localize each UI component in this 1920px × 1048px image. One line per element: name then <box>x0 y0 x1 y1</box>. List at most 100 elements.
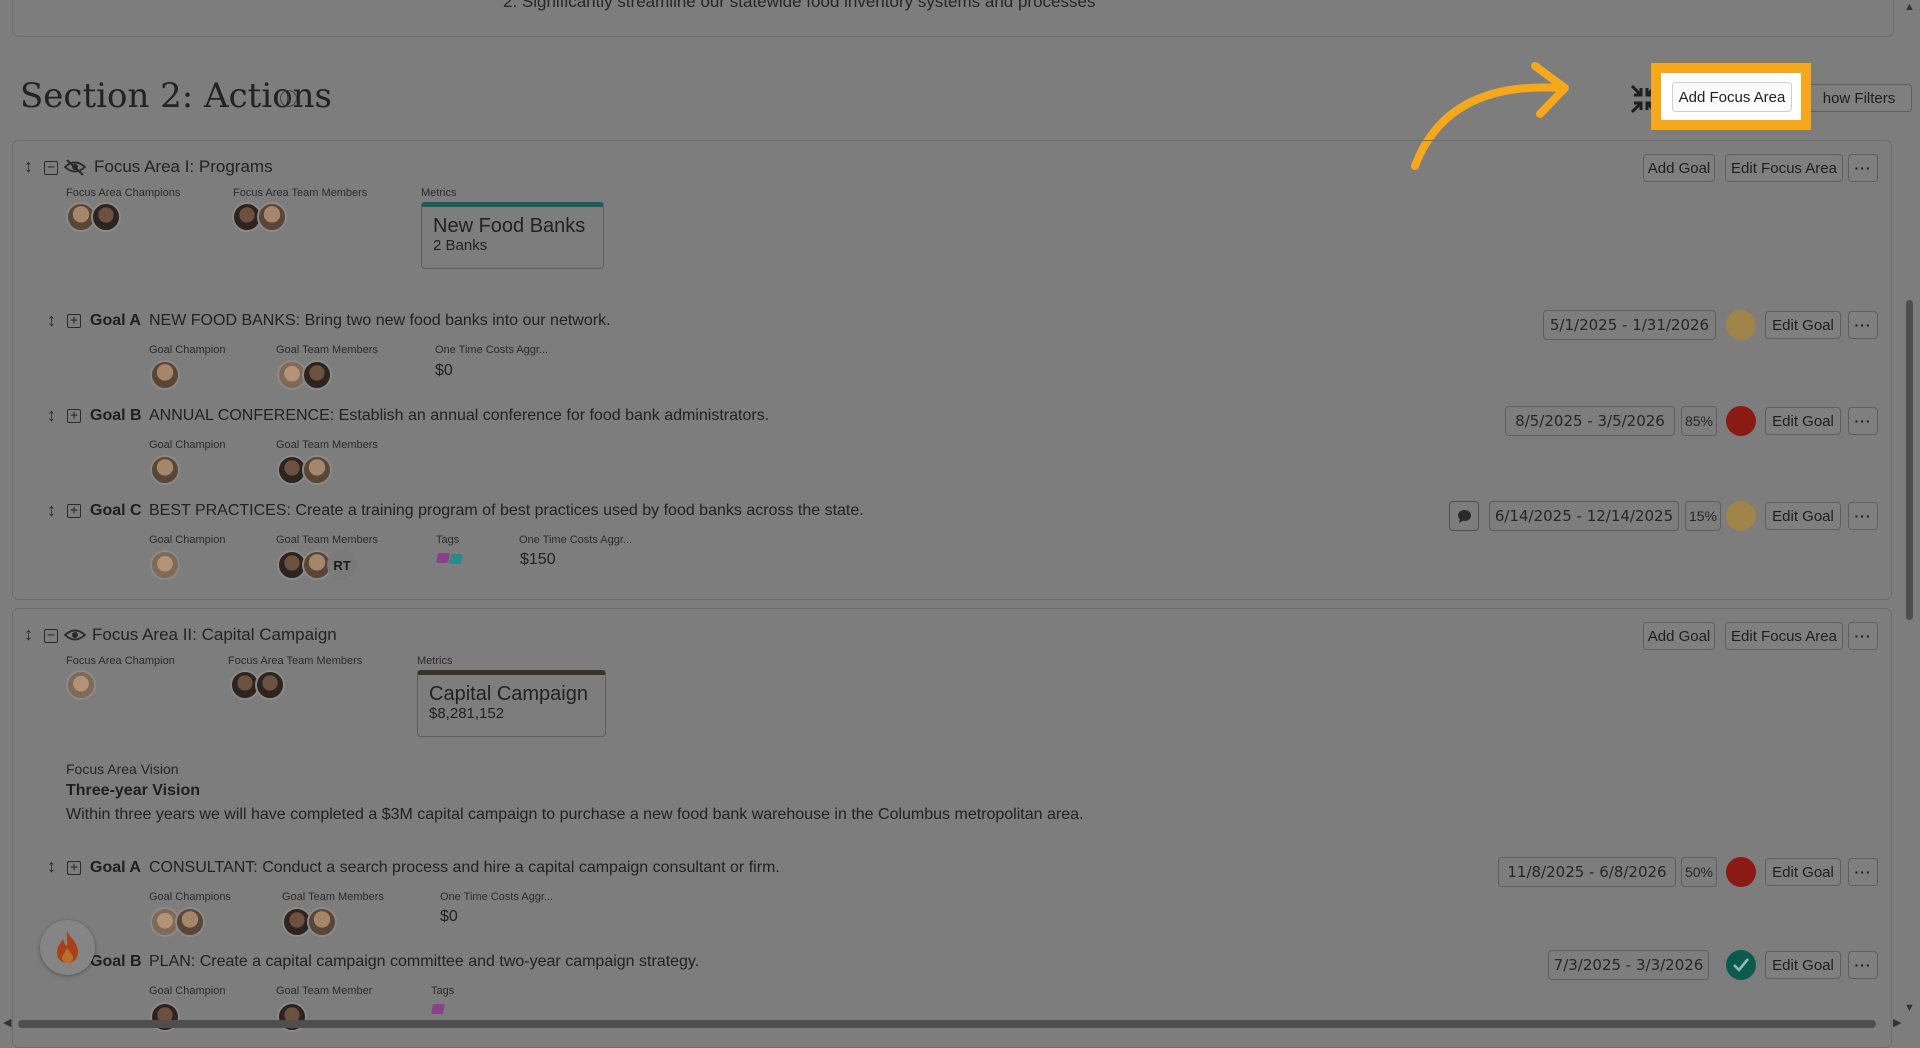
tags-label: Tags <box>436 534 460 546</box>
scroll-left-icon[interactable]: ◀ <box>3 1016 11 1029</box>
more-options-button[interactable]: ··· <box>1848 858 1878 886</box>
goal-champion-label: Goal Champion <box>149 344 226 356</box>
scroll-down-icon[interactable]: ▼ <box>1904 1002 1915 1014</box>
goal-champion-label: Goal Champions <box>149 891 231 903</box>
collapse-icon[interactable]: − <box>44 629 58 643</box>
visibility-off-icon[interactable] <box>64 158 86 176</box>
avatar[interactable] <box>150 360 180 390</box>
add-focus-area-button[interactable]: Add Focus Area <box>1672 82 1792 112</box>
avatar[interactable] <box>307 907 337 937</box>
avatar[interactable] <box>91 202 121 232</box>
more-options-button[interactable]: ··· <box>1848 502 1878 530</box>
goal-team-label: Goal Team Members <box>282 891 384 903</box>
help-launcher-button[interactable] <box>40 920 95 975</box>
edit-goal-button[interactable]: Edit Goal <box>1765 311 1841 339</box>
drag-handle-icon[interactable]: ↕ <box>24 156 33 177</box>
more-options-button[interactable]: ··· <box>1848 311 1878 339</box>
goal-team-label: Goal Team Members <box>276 439 378 451</box>
date-range[interactable]: 8/5/2025 - 3/5/2026 <box>1505 406 1675 436</box>
more-options-button[interactable]: ··· <box>1848 407 1878 435</box>
metrics-label: Metrics <box>417 655 453 667</box>
expand-icon[interactable]: + <box>67 409 81 423</box>
focus-area-title: Focus Area II: Capital Campaign <box>92 625 337 644</box>
edit-goal-button[interactable]: Edit Goal <box>1765 502 1841 530</box>
scroll-up-icon[interactable]: ▲ <box>1904 1 1915 13</box>
metrics-label: Metrics <box>421 187 457 199</box>
goal-label: Goal A <box>90 312 141 329</box>
date-range[interactable]: 5/1/2025 - 1/31/2026 <box>1543 310 1716 340</box>
tag-purple[interactable] <box>430 1004 446 1014</box>
objective-text: 2. Significantly streamline our statewid… <box>503 0 1096 11</box>
avatar[interactable] <box>150 455 180 485</box>
edit-focus-area-button[interactable]: Edit Focus Area <box>1725 622 1843 650</box>
collapse-icon[interactable]: − <box>44 161 58 175</box>
horizontal-scrollbar[interactable] <box>18 1020 1876 1028</box>
team-members-label: Focus Area Team Members <box>228 655 363 667</box>
vertical-scrollbar[interactable] <box>1906 300 1913 620</box>
goal-team-label: Goal Team Member <box>276 985 373 997</box>
info-icon[interactable]: i <box>280 90 297 107</box>
more-options-button[interactable]: ··· <box>1848 951 1878 979</box>
progress-percent: 50% <box>1681 857 1717 887</box>
metric-value: 2 Banks <box>433 237 488 254</box>
goal-team-label: Goal Team Members <box>276 344 378 356</box>
metric-card[interactable]: New Food Banks 2 Banks <box>421 202 604 269</box>
avatar[interactable] <box>175 907 205 937</box>
avatar-initials[interactable]: RT <box>327 550 357 580</box>
focus-area-title: Focus Area I: Programs <box>94 157 273 176</box>
metric-card[interactable]: Capital Campaign $8,281,152 <box>417 670 606 737</box>
status-indicator[interactable] <box>1726 310 1756 340</box>
edit-goal-button[interactable]: Edit Goal <box>1765 951 1841 979</box>
drag-handle-icon[interactable]: ↕ <box>47 500 56 521</box>
goal-title[interactable]: PLAN: Create a capital campaign committe… <box>149 953 699 971</box>
metric-title: New Food Banks <box>433 215 586 237</box>
goal-title[interactable]: BEST PRACTICES: Create a training progra… <box>149 502 864 520</box>
drag-handle-icon[interactable]: ↕ <box>47 310 56 331</box>
status-indicator[interactable] <box>1726 950 1756 980</box>
tag-teal[interactable] <box>448 554 464 564</box>
goal-title[interactable]: NEW FOOD BANKS: Bring two new food banks… <box>149 312 611 330</box>
drag-handle-icon[interactable]: ↕ <box>47 856 56 877</box>
avatar[interactable] <box>66 670 96 700</box>
add-goal-button[interactable]: Add Goal <box>1643 622 1715 650</box>
status-indicator[interactable] <box>1726 501 1756 531</box>
goal-label: Goal C <box>90 502 142 519</box>
drag-handle-icon[interactable]: ↕ <box>47 405 56 426</box>
date-range[interactable]: 11/8/2025 - 6/8/2026 <box>1498 857 1676 887</box>
show-filters-button[interactable]: how Filters <box>1806 84 1912 112</box>
edit-goal-button[interactable]: Edit Goal <box>1765 858 1841 886</box>
drag-handle-icon[interactable]: ↕ <box>24 624 33 645</box>
edit-goal-button[interactable]: Edit Goal <box>1765 407 1841 435</box>
tag-purple[interactable] <box>435 553 451 563</box>
objective-card: 2. Significantly streamline our statewid… <box>12 0 1894 37</box>
costs-value: $150 <box>520 551 556 568</box>
add-goal-button[interactable]: Add Goal <box>1643 154 1715 182</box>
vision-heading: Three-year Vision <box>66 782 200 799</box>
tags-label: Tags <box>431 985 455 997</box>
costs-label: One Time Costs Aggr... <box>440 891 554 903</box>
status-indicator[interactable] <box>1726 406 1756 436</box>
avatar[interactable] <box>302 455 332 485</box>
check-icon <box>1733 958 1749 972</box>
avatar[interactable] <box>302 360 332 390</box>
visibility-icon[interactable] <box>64 627 86 643</box>
expand-icon[interactable]: + <box>67 861 81 875</box>
goal-champion-label: Goal Champion <box>149 534 226 546</box>
avatar[interactable] <box>150 550 180 580</box>
comment-button[interactable] <box>1449 501 1479 531</box>
goal-title[interactable]: ANNUAL CONFERENCE: Establish an annual c… <box>149 407 769 425</box>
status-indicator[interactable] <box>1726 857 1756 887</box>
goal-title[interactable]: CONSULTANT: Conduct a search process and… <box>149 859 780 877</box>
costs-value: $0 <box>435 362 453 379</box>
scroll-right-icon[interactable]: ▶ <box>1893 1016 1901 1029</box>
avatar[interactable] <box>255 670 285 700</box>
expand-icon[interactable]: + <box>67 504 81 518</box>
more-options-button[interactable]: ··· <box>1848 622 1878 650</box>
date-range[interactable]: 7/3/2025 - 3/3/2026 <box>1548 950 1709 980</box>
more-options-button[interactable]: ··· <box>1848 154 1878 182</box>
date-range[interactable]: 6/14/2025 - 12/14/2025 <box>1489 501 1679 531</box>
avatar[interactable] <box>257 202 287 232</box>
expand-icon[interactable]: + <box>67 314 81 328</box>
focus-area-card <box>12 608 1892 1048</box>
edit-focus-area-button[interactable]: Edit Focus Area <box>1725 154 1843 182</box>
